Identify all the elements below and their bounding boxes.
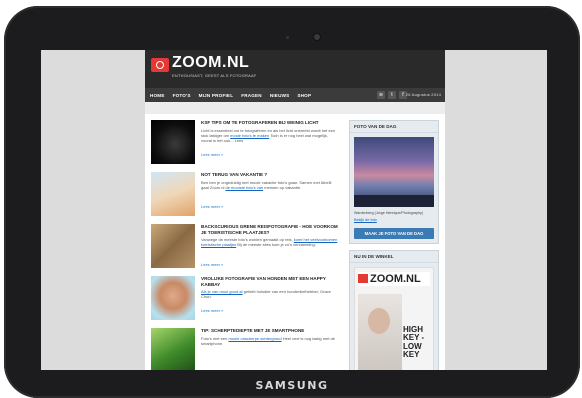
article-inline-link[interactable]: de mooiste foto's van	[225, 185, 263, 190]
tablet-bezel: ZOOM.NL ENTHOUSIAST, GEEST ALS FOTOGRAAF…	[4, 6, 580, 398]
article-thumbnail[interactable]	[151, 224, 195, 268]
device-brand: SAMSUNG	[255, 379, 329, 392]
light-sensor	[286, 36, 289, 39]
cover-headline: HIGH KEY - LOW KEY	[403, 324, 425, 360]
read-more-link[interactable]: Lees meer »	[201, 308, 223, 313]
magazine-logo: ZOOM.NL	[358, 271, 430, 286]
read-more-link[interactable]: Lees meer »	[201, 262, 223, 267]
tablet-screen: ZOOM.NL ENTHOUSIAST, GEEST ALS FOTOGRAAF…	[41, 50, 547, 370]
current-date: 26 Augustus 2014	[405, 92, 441, 97]
front-camera-icon	[314, 34, 320, 40]
photo-of-day-title: FOTO VAN DE DAG	[350, 121, 438, 133]
submit-photo-button[interactable]: MAAK JE FOTO VAN DE DAG	[354, 227, 434, 239]
article-excerpt: Ben ben je ongeduldig met mooie vakantie…	[201, 180, 332, 190]
nav-item-fragen[interactable]: FRAGEN	[241, 93, 262, 98]
camera-logo-icon[interactable]	[151, 58, 169, 72]
article-excerpt: Licht is essentieel om te fotograferen e…	[201, 128, 336, 143]
main-nav: HOME FOTO'S MIJN PROFIEL FRAGEN NIEUWS S…	[145, 88, 445, 102]
nav-item-shop[interactable]: SHOP	[297, 93, 311, 98]
article-excerpt: Als je van mooi good at geliefd huisdier…	[201, 289, 331, 299]
article-item: TIP: SCHERPTEDIEPTE MET JE SMARTPHONE Fo…	[151, 328, 341, 370]
nav-item-home[interactable]: HOME	[150, 93, 165, 98]
article-excerpt: Foto's met een mooie onscherpe achtergro…	[201, 336, 335, 346]
read-more-link[interactable]: Lees meer »	[201, 152, 223, 157]
nav-item-nieuws[interactable]: NIEUWS	[270, 93, 290, 98]
article-title[interactable]: TIP: SCHERPTEDIEPTE MET JE SMARTPHONE	[201, 328, 339, 334]
nav-item-fotos[interactable]: FOTO'S	[173, 93, 191, 98]
article-thumbnail[interactable]	[151, 276, 195, 320]
magazine-title: NU IN DE WINKEL	[350, 251, 438, 263]
rss-icon[interactable]: ≋	[377, 91, 385, 99]
photo-link[interactable]: Bekijk de foto	[350, 216, 438, 224]
web-page: ZOOM.NL ENTHOUSIAST, GEEST ALS FOTOGRAAF…	[145, 50, 445, 370]
article-title[interactable]: KSF TIPS OM TE FOTOGRAFEREN BIJ WEINIG L…	[201, 120, 339, 126]
read-more-link[interactable]: Lees meer »	[201, 204, 223, 209]
sidebar: FOTO VAN DE DAG Wardenberg (Jorge Henriq…	[349, 114, 439, 370]
header-band	[145, 102, 445, 114]
photo-of-day-image[interactable]	[354, 137, 434, 207]
twitter-icon[interactable]: t	[388, 91, 396, 99]
site-tagline: ENTHOUSIAST, GEEST ALS FOTOGRAAF	[172, 73, 257, 78]
site-header: ZOOM.NL ENTHOUSIAST, GEEST ALS FOTOGRAAF	[145, 50, 445, 88]
article-thumbnail[interactable]	[151, 120, 195, 164]
article-item: VROLIJKE FOTOGRAFIE VAN HONDEN MET EEN H…	[151, 276, 341, 322]
article-excerpt: Vanwege de meeste foto's worden gemaakt …	[201, 237, 338, 247]
article-item: NOT TERUG VAN VAKANTIE ? Ben ben je onge…	[151, 172, 341, 218]
photo-of-day-panel: FOTO VAN DE DAG Wardenberg (Jorge Henriq…	[349, 120, 439, 244]
magazine-panel: NU IN DE WINKEL ZOOM.NL HIGH KEY - LOW K…	[349, 249, 439, 370]
article-thumbnail[interactable]	[151, 172, 195, 216]
article-thumbnail[interactable]	[151, 328, 195, 370]
article-title[interactable]: VROLIJKE FOTOGRAFIE VAN HONDEN MET EEN H…	[201, 276, 339, 287]
nav-item-profiel[interactable]: MIJN PROFIEL	[199, 93, 234, 98]
article-item: KSF TIPS OM TE FOTOGRAFEREN BIJ WEINIG L…	[151, 120, 341, 166]
cover-portrait	[358, 293, 402, 370]
stage: ZOOM.NL ENTHOUSIAST, GEEST ALS FOTOGRAAF…	[0, 0, 582, 398]
magazine-cover[interactable]: ZOOM.NL HIGH KEY - LOW KEY	[354, 266, 434, 370]
site-logo[interactable]: ZOOM.NL	[172, 54, 249, 72]
social-icons: ≋ t f	[377, 91, 407, 99]
article-title[interactable]: NOT TERUG VAN VAKANTIE ?	[201, 172, 339, 178]
article-item: BACKSCURIOUS GRENE REISFOTOGRAFIE - HOE …	[151, 224, 341, 270]
article-title[interactable]: BACKSCURIOUS GRENE REISFOTOGRAFIE - HOE …	[201, 224, 339, 235]
article-inline-link[interactable]: mooie onscherpe achtergrond	[228, 336, 281, 341]
camera-logo-icon	[358, 273, 368, 283]
